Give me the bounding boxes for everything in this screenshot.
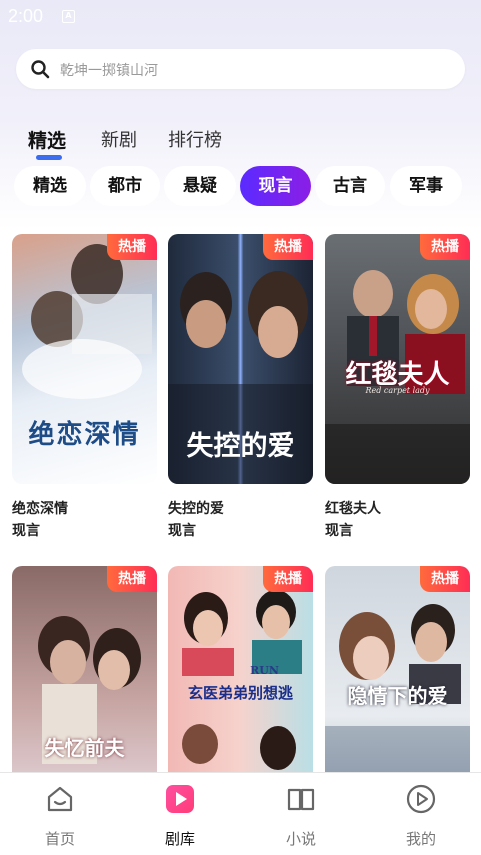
- nav-library-label: 剧库: [164, 830, 195, 848]
- search-input[interactable]: 乾坤一掷镇山河: [60, 60, 158, 80]
- poster-title: 失忆前夫: [44, 736, 125, 760]
- poster-title: 失控的爱: [186, 431, 295, 462]
- nav-novel-label: 小说: [285, 830, 316, 848]
- poster-title: 玄医弟弟别想逃: [187, 684, 293, 702]
- play-library-icon: [166, 785, 194, 813]
- drama-card[interactable]: 失忆前夫 热播: [12, 566, 157, 772]
- status-bar: 2:00 A: [0, 0, 481, 34]
- nav-home[interactable]: 首页: [20, 773, 100, 855]
- hot-badge: 热播: [107, 566, 157, 592]
- hot-badge: 热播: [420, 234, 470, 260]
- poster-subtitle: Red carpet lady: [365, 386, 430, 395]
- drama-card[interactable]: 绝恋深情 热播 绝恋深情 现言: [12, 234, 157, 544]
- drama-poster[interactable]: 失控的爱 热播: [168, 234, 313, 484]
- category-ancient-romance[interactable]: 古言: [315, 166, 385, 206]
- home-icon: [47, 786, 73, 812]
- drama-title: 失控的爱: [168, 501, 224, 517]
- poster-subtitle: RUN: [250, 664, 279, 677]
- drama-title: 绝恋深情: [12, 501, 68, 517]
- hot-badge: 热播: [420, 566, 470, 592]
- drama-genre: 现言: [168, 523, 196, 539]
- poster-title: 绝恋深情: [28, 420, 141, 450]
- drama-card[interactable]: 红毯夫人 Red carpet lady 热播 红毯夫人 现言: [325, 234, 470, 544]
- category-military[interactable]: 军事: [390, 166, 462, 206]
- drama-card[interactable]: 隐情下的爱 热播: [325, 566, 470, 772]
- nav-home-label: 首页: [44, 830, 75, 848]
- nav-profile-label: 我的: [405, 830, 436, 848]
- tab-ranking[interactable]: 排行榜: [168, 126, 222, 152]
- drama-poster[interactable]: 绝恋深情 热播: [12, 234, 157, 484]
- tab-new[interactable]: 新剧: [101, 126, 137, 152]
- hot-badge: 热播: [263, 566, 313, 592]
- tab-featured[interactable]: 精选: [28, 126, 66, 153]
- book-icon: [287, 788, 315, 811]
- poster-title: 隐情下的爱: [347, 684, 448, 708]
- drama-poster[interactable]: 红毯夫人 Red carpet lady 热播: [325, 234, 470, 484]
- drama-poster[interactable]: 隐情下的爱 热播: [325, 566, 470, 772]
- drama-title: 红毯夫人: [325, 501, 381, 517]
- status-time: 2:00: [8, 6, 44, 26]
- drama-genre: 现言: [12, 523, 40, 539]
- category-modern-romance[interactable]: 现言: [240, 166, 311, 206]
- bottom-nav: 首页 剧库 小说 我的: [0, 772, 481, 855]
- poster-art: [325, 604, 470, 772]
- category-featured[interactable]: 精选: [14, 166, 86, 206]
- drama-poster[interactable]: 玄医弟弟别想逃 RUN 热播: [168, 566, 313, 772]
- hot-badge: 热播: [263, 234, 313, 260]
- search-icon: [31, 60, 50, 79]
- category-urban[interactable]: 都市: [90, 166, 160, 206]
- category-filter: 精选 都市 悬疑 现言 古言 军事: [0, 166, 481, 208]
- profile-play-icon: [406, 784, 436, 814]
- status-indicator-icon: A: [62, 10, 75, 23]
- category-suspense[interactable]: 悬疑: [164, 166, 236, 206]
- drama-card[interactable]: 玄医弟弟别想逃 RUN 热播: [168, 566, 313, 772]
- nav-novel[interactable]: 小说: [261, 773, 341, 855]
- hot-badge: 热播: [107, 234, 157, 260]
- tab-active-indicator: [36, 155, 62, 160]
- drama-card[interactable]: 失控的爱 热播 失控的爱 现言: [168, 234, 313, 544]
- nav-library[interactable]: 剧库: [140, 773, 220, 855]
- nav-profile[interactable]: 我的: [381, 773, 461, 855]
- search-bar[interactable]: 乾坤一掷镇山河: [16, 49, 465, 89]
- drama-poster[interactable]: 失忆前夫 热播: [12, 566, 157, 772]
- drama-genre: 现言: [325, 523, 353, 539]
